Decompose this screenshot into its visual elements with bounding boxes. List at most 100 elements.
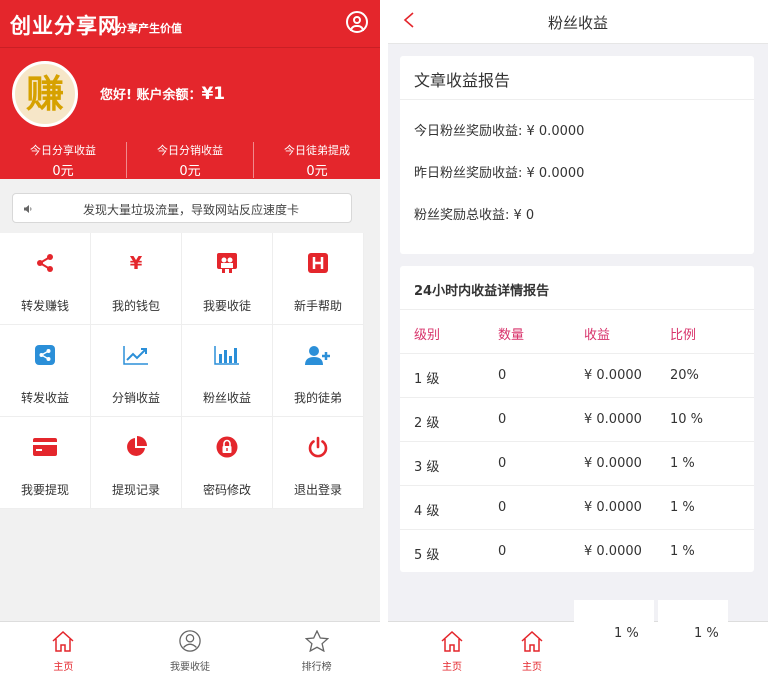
header-cell: 级别 — [414, 328, 441, 343]
menu-item-label: 粉丝收益 — [202, 391, 251, 405]
stat-label: 今日徒弟提成 — [284, 144, 350, 157]
stat-label: 今日分销收益 — [157, 144, 223, 157]
stat-value: 0元 — [306, 164, 328, 179]
table-cell: 20% — [670, 368, 699, 383]
menu-item-label: 我要提现 — [20, 483, 69, 497]
table-row: 5 级 0 ¥ 0.0000 1 % — [400, 530, 754, 574]
today-fan-income: 今日粉丝奖励收益: ¥ 0.0000 — [414, 124, 585, 139]
account-panel: 赚 您好! 账户余额：¥1 今日分享收益 0元 今日分销收益 0元 今日徒弟提成… — [0, 48, 380, 179]
page-title: 粉丝收益 — [547, 14, 608, 32]
header-cell: 收益 — [584, 328, 611, 343]
greeting-text: 您好! 账户余额： — [100, 88, 202, 103]
add-user-icon — [305, 346, 330, 365]
top-header: 创业分享网 分享产生价值 — [0, 0, 380, 48]
share-icon — [37, 254, 53, 272]
home-icon — [52, 630, 74, 652]
notice-text: 发现大量垃圾流量，导致网站反应速度卡 — [83, 203, 300, 217]
share-box-icon — [35, 345, 55, 365]
card-icon — [33, 438, 57, 456]
table-row: 1 级 0 ¥ 0.0000 20% — [400, 354, 754, 398]
table-cell: 0 — [498, 368, 507, 383]
table-row: 3 级 0 ¥ 0.0000 1 % — [400, 442, 754, 486]
table-cell: 1 % — [670, 500, 695, 515]
menu-item-withdraw-history[interactable]: 提现记录 — [91, 417, 182, 509]
nav-recruit[interactable]: 我要收徒 — [127, 622, 254, 676]
lock-icon — [216, 436, 238, 458]
table-cell: ¥ 0.0000 — [584, 500, 642, 515]
table-cell: 3 级 — [414, 460, 440, 475]
bottom-nav: 主页 我要收徒 排行榜 — [0, 621, 380, 676]
detail-report-card: 24小时内收益详情报告 级别 数量 收益 比例 1 级 0 ¥ 0.0000 2… — [400, 266, 754, 572]
table-cell: 1 级 — [414, 372, 440, 387]
menu-item-fans[interactable]: 粉丝收益 — [182, 325, 273, 417]
left-screen: 创业分享网 分享产生价值 赚 您好! 账户余额：¥1 今日分享收益 0元 今日分… — [0, 0, 380, 676]
menu-item-wallet[interactable]: ¥ 我的钱包 — [91, 233, 182, 325]
overflow-text: 1 % — [614, 626, 639, 641]
table-header: 级别 数量 收益 比例 — [400, 310, 754, 354]
card-title: 24小时内收益详情报告 — [400, 266, 754, 310]
notice-bar[interactable]: 发现大量垃圾流量，导致网站反应速度卡 — [12, 193, 352, 223]
star-icon — [304, 630, 329, 652]
menu-item-label: 密码修改 — [202, 483, 251, 497]
user-icon[interactable] — [346, 11, 368, 33]
menu-item-label: 我要收徒 — [202, 299, 251, 313]
nav-home-2[interactable]: 主页 — [502, 622, 562, 676]
logo-char: 赚 — [25, 71, 64, 116]
yen-icon: ¥ — [129, 252, 143, 274]
menu-item-distribution[interactable]: 分销收益 — [91, 325, 182, 417]
menu-item-label: 新手帮助 — [293, 299, 342, 313]
menu-item-logout[interactable]: 退出登录 — [273, 417, 364, 509]
table-row: 2 级 0 ¥ 0.0000 10 % — [400, 398, 754, 442]
nav-label: 排行榜 — [301, 662, 332, 673]
table-cell: 5 级 — [414, 548, 440, 563]
menu-item-apprentices[interactable]: 我的徒弟 — [273, 325, 364, 417]
stat-value: 0元 — [179, 164, 201, 179]
pie-icon — [127, 436, 147, 456]
total-fan-income: 粉丝奖励总收益: ¥ 0 — [414, 208, 535, 223]
user-icon — [179, 630, 201, 652]
menu-item-recruit[interactable]: 我要收徒 — [182, 233, 273, 325]
brand-slogan: 分享产生价值 — [116, 22, 182, 35]
table-cell: ¥ 0.0000 — [584, 368, 642, 383]
nav-home[interactable]: 主页 — [422, 622, 482, 676]
table-cell: 0 — [498, 456, 507, 471]
menu-item-password[interactable]: 密码修改 — [182, 417, 273, 509]
menu-grid: 转发赚钱 ¥ 我的钱包 我要收徒 新手帮助 转发收益 分销收益 粉丝收益 我的徒… — [0, 233, 364, 509]
home-icon — [521, 630, 543, 652]
stat-apprentice: 今日徒弟提成 0元 — [254, 142, 380, 179]
overflow-cell: 1 % — [574, 600, 654, 676]
menu-item-withdraw[interactable]: 我要提现 — [0, 417, 91, 509]
menu-item-help[interactable]: 新手帮助 — [273, 233, 364, 325]
title-bar: 粉丝收益 — [388, 0, 768, 44]
header-cell: 数量 — [498, 328, 525, 343]
stats-row: 今日分享收益 0元 今日分销收益 0元 今日徒弟提成 0元 — [0, 142, 380, 182]
table-cell: 2 级 — [414, 416, 440, 431]
table-cell: ¥ 0.0000 — [584, 544, 642, 559]
yesterday-fan-income: 昨日粉丝奖励收益: ¥ 0.0000 — [414, 166, 585, 181]
table-cell: 10 % — [670, 412, 704, 427]
stat-distribution: 今日分销收益 0元 — [127, 142, 254, 179]
nav-home[interactable]: 主页 — [0, 622, 127, 676]
table-cell: ¥ 0.0000 — [584, 456, 642, 471]
menu-item-label: 提现记录 — [111, 483, 160, 497]
menu-item-label: 我的徒弟 — [293, 391, 342, 405]
table-cell: 1 % — [670, 544, 695, 559]
menu-item-label: 转发收益 — [20, 391, 69, 405]
header-cell: 比例 — [670, 328, 697, 343]
home-icon — [441, 630, 463, 652]
people-icon — [217, 253, 237, 273]
overflow-text: 1 % — [694, 626, 719, 641]
nav-ranking[interactable]: 排行榜 — [253, 622, 380, 676]
stat-label: 今日分享收益 — [30, 144, 96, 157]
table-cell: 4 级 — [414, 504, 440, 519]
trend-icon — [123, 346, 148, 365]
balance-greeting: 您好! 账户余额：¥1 — [100, 84, 225, 104]
table-cell: 1 % — [670, 456, 695, 471]
right-screen: 粉丝收益 文章收益报告 今日粉丝奖励收益: ¥ 0.0000 昨日粉丝奖励收益:… — [388, 0, 768, 676]
logo: 赚 — [12, 61, 78, 127]
menu-item-forward-earn[interactable]: 转发赚钱 — [0, 233, 91, 325]
menu-item-forward-income[interactable]: 转发收益 — [0, 325, 91, 417]
bar-chart-icon — [214, 346, 239, 365]
nav-label: 我要收徒 — [170, 662, 210, 673]
speaker-icon — [24, 205, 32, 213]
